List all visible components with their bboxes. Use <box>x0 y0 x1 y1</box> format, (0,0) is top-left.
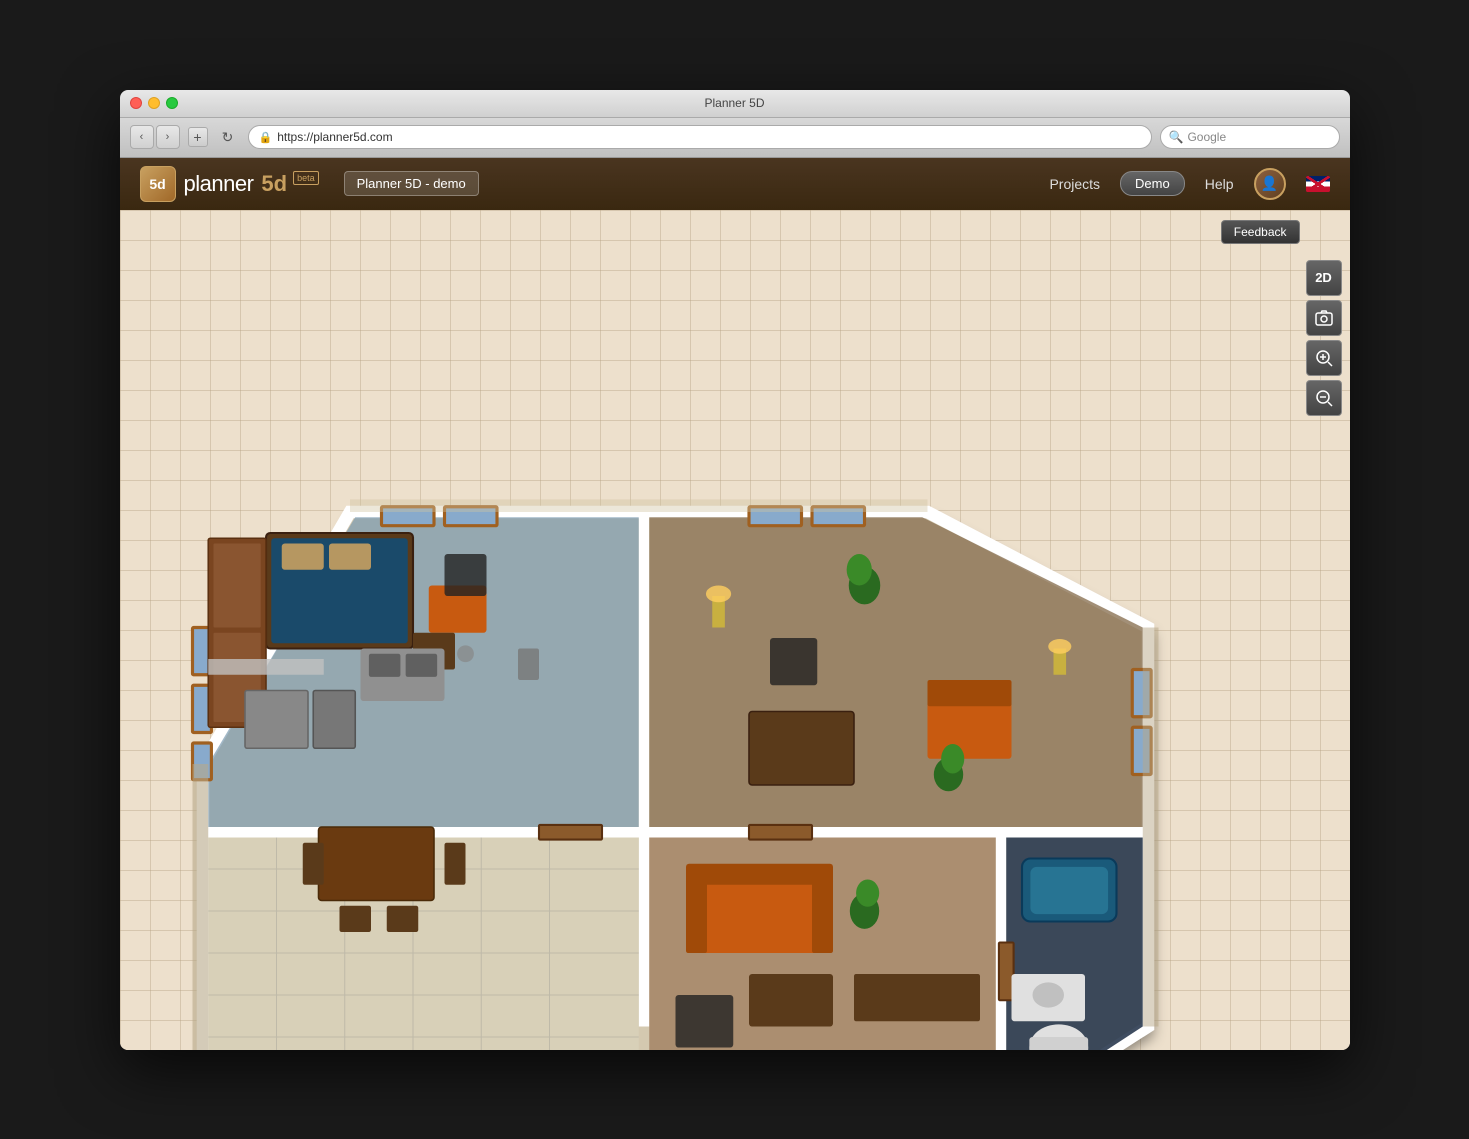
browser-toolbar: ‹ › + ↻ 🔒 https://planner5d.com 🔍 Google <box>120 118 1350 158</box>
user-avatar[interactable]: 👤 <box>1254 168 1286 200</box>
logo-text: planner <box>184 171 254 197</box>
zoom-in-button[interactable] <box>1306 340 1342 376</box>
projects-link[interactable]: Projects <box>1049 176 1100 192</box>
screenshot-button[interactable] <box>1306 300 1342 336</box>
nav-buttons: ‹ › <box>130 125 180 149</box>
search-bar[interactable]: 🔍 Google <box>1160 125 1340 149</box>
mac-window: Planner 5D ‹ › + ↻ 🔒 https://planner5d.c… <box>120 90 1350 1050</box>
forward-button[interactable]: › <box>156 125 180 149</box>
zoom-out-icon <box>1315 389 1333 407</box>
floorplan-svg <box>140 260 1295 1050</box>
search-icon: 🔍 <box>1169 130 1184 144</box>
close-button[interactable] <box>130 97 142 109</box>
help-link[interactable]: Help <box>1205 176 1234 192</box>
header-nav: Projects Demo Help 👤 <box>1049 168 1329 200</box>
refresh-button[interactable]: ↻ <box>216 125 240 149</box>
logo-5d-text: 5d <box>261 171 287 197</box>
window-title: Planner 5D <box>704 96 764 110</box>
title-bar: Planner 5D <box>120 90 1350 118</box>
project-name[interactable]: Planner 5D - demo <box>344 171 479 196</box>
maximize-button[interactable] <box>166 97 178 109</box>
url-bar[interactable]: 🔒 https://planner5d.com <box>248 125 1152 149</box>
demo-button[interactable]: Demo <box>1120 171 1185 196</box>
logo-area: 5d planner 5d beta <box>140 166 319 202</box>
2d-view-button[interactable]: 2D <box>1306 260 1342 296</box>
right-toolbar: 2D <box>1306 260 1342 416</box>
url-text: https://planner5d.com <box>277 130 392 144</box>
language-flag[interactable] <box>1306 176 1330 192</box>
app-header: 5d planner 5d beta Planner 5D - demo Pro… <box>120 158 1350 210</box>
zoom-out-button[interactable] <box>1306 380 1342 416</box>
add-tab-button[interactable]: + <box>188 127 208 147</box>
camera-icon <box>1315 309 1333 327</box>
search-placeholder: Google <box>1187 130 1226 144</box>
feedback-button[interactable]: Feedback <box>1221 220 1300 244</box>
beta-badge: beta <box>293 171 319 185</box>
back-button[interactable]: ‹ <box>130 125 154 149</box>
main-canvas[interactable]: Feedback 2D <box>120 210 1350 1050</box>
logo-icon: 5d <box>140 166 176 202</box>
ssl-icon: 🔒 <box>259 131 273 144</box>
minimize-button[interactable] <box>148 97 160 109</box>
zoom-in-icon <box>1315 349 1333 367</box>
traffic-lights <box>130 97 178 109</box>
